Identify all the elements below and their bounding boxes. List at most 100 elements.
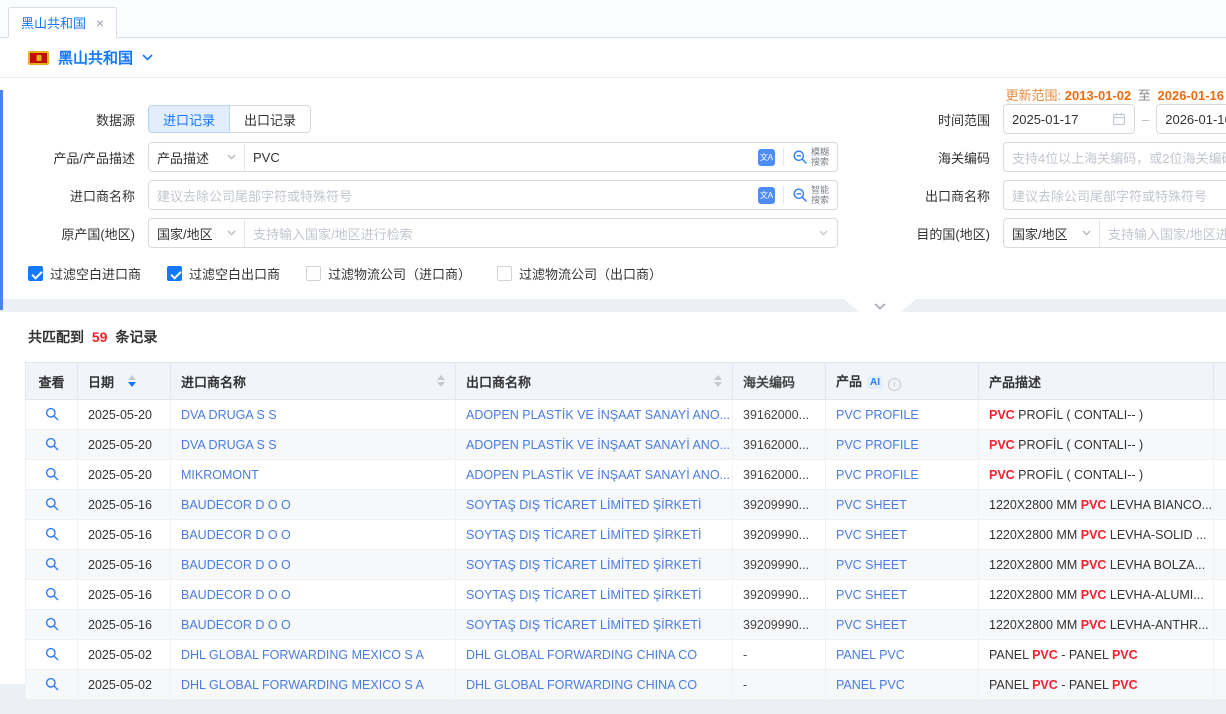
country-title: 黑山共和国 [58, 47, 133, 68]
filter-logistics-importer-checkbox[interactable]: 过滤物流公司（进口商） [306, 264, 471, 283]
view-record-button[interactable] [43, 525, 61, 543]
product-link[interactable]: PVC SHEET [836, 618, 907, 632]
row-extra [1214, 640, 1226, 670]
export-records-tab[interactable]: 出口记录 [230, 105, 311, 133]
row-hs-code: - [733, 640, 826, 670]
column-header-date[interactable]: 日期 [78, 363, 171, 400]
table-row: 2025-05-16 BAUDECOR D O O SOYTAŞ DIŞ TİC… [26, 610, 1226, 640]
translate-icon[interactable]: 文A [758, 149, 775, 166]
table-header-row: 查看 日期 进口商名称 出口商名称 [26, 363, 1226, 400]
importer-link[interactable]: DHL GLOBAL FORWARDING MEXICO S A [181, 648, 424, 662]
exporter-link[interactable]: ADOPEN PLASTİK VE İNŞAAT SANAYİ ANO... [466, 438, 730, 452]
exporter-link[interactable]: DHL GLOBAL FORWARDING CHINA CO [466, 678, 697, 692]
importer-link[interactable]: BAUDECOR D O O [181, 498, 291, 512]
exporter-link[interactable]: ADOPEN PLASTİK VE İNŞAAT SANAYİ ANO... [466, 408, 730, 422]
sort-icon[interactable] [714, 375, 722, 387]
importer-link[interactable]: BAUDECOR D O O [181, 618, 291, 632]
product-link[interactable]: PVC PROFILE [836, 468, 919, 482]
results-panel: 共匹配到 59 条记录 查看 日期 进口商名称 [0, 312, 1226, 684]
close-icon[interactable]: × [96, 16, 104, 30]
row-extra [1214, 670, 1226, 700]
row-date: 2025-05-20 [78, 400, 171, 430]
importer-link[interactable]: BAUDECOR D O O [181, 528, 291, 542]
product-link[interactable]: PVC SHEET [836, 528, 907, 542]
smart-search-button[interactable]: 智能 搜索 [784, 181, 837, 209]
row-extra [1214, 610, 1226, 640]
view-record-button[interactable] [43, 675, 61, 693]
view-record-button[interactable] [43, 465, 61, 483]
row-extra [1214, 520, 1226, 550]
column-header-importer[interactable]: 进口商名称 [171, 363, 456, 400]
importer-name-input[interactable]: 建议去除公司尾部字符或特殊符号 [149, 186, 758, 205]
search-icon [792, 187, 808, 203]
view-record-button[interactable] [43, 555, 61, 573]
destination-country-select[interactable]: 国家/地区 [1004, 219, 1100, 247]
exporter-link[interactable]: DHL GLOBAL FORWARDING CHINA CO [466, 648, 697, 662]
importer-search-control: 建议去除公司尾部字符或特殊符号 文A 智能 搜索 [148, 180, 838, 210]
exporter-link[interactable]: SOYTAŞ DIŞ TİCARET LİMİTED ŞİRKETİ [466, 618, 701, 632]
column-header-extra [1214, 363, 1226, 400]
importer-link[interactable]: MIKROMONT [181, 468, 259, 482]
exporter-link[interactable]: SOYTAŞ DIŞ TİCARET LİMİTED ŞİRKETİ [466, 498, 701, 512]
destination-country-input[interactable]: 支持输入国家/地区进行检索 [1100, 224, 1226, 243]
sort-icon[interactable] [128, 375, 136, 387]
time-range-label: 时间范围 [838, 110, 990, 129]
origin-country-input[interactable]: 支持输入国家/地区进行检索 [245, 224, 819, 243]
data-source-toggle: 进口记录 出口记录 [148, 105, 311, 133]
row-extra [1214, 430, 1226, 460]
row-hs-code: - [733, 670, 826, 700]
info-icon[interactable]: i [888, 378, 901, 391]
tab-montenegro[interactable]: 黑山共和国 × [8, 7, 117, 38]
column-header-exporter[interactable]: 出口商名称 [456, 363, 733, 400]
importer-link[interactable]: BAUDECOR D O O [181, 558, 291, 572]
import-records-tab[interactable]: 进口记录 [148, 105, 230, 133]
row-description: 1220X2800 MM PVC LEVHA-ALUMI... [979, 580, 1214, 610]
row-hs-code: 39209990... [733, 520, 826, 550]
row-description: 1220X2800 MM PVC LEVHA-SOLID ... [979, 520, 1214, 550]
fuzzy-search-button[interactable]: 模糊 搜索 [784, 143, 837, 171]
row-date: 2025-05-20 [78, 460, 171, 490]
tab-bar: 黑山共和国 × [0, 0, 1226, 38]
product-link[interactable]: PVC SHEET [836, 498, 907, 512]
translate-icon[interactable]: 文A [758, 187, 775, 204]
date-to-input[interactable]: 2026-01-16 [1156, 104, 1226, 134]
filter-blank-exporter-checkbox[interactable]: 过滤空白出口商 [167, 264, 280, 283]
exporter-link[interactable]: ADOPEN PLASTİK VE İNŞAAT SANAYİ ANO... [466, 468, 730, 482]
exporter-link[interactable]: SOYTAŞ DIŞ TİCARET LİMİTED ŞİRKETİ [466, 528, 701, 542]
update-range-to: 2026-01-16 [1158, 88, 1225, 103]
product-type-select[interactable]: 产品描述 [149, 143, 245, 171]
sort-icon[interactable] [437, 375, 445, 387]
view-record-button[interactable] [43, 435, 61, 453]
hs-code-input[interactable]: 支持4位以上海关编码，或2位海关编码加上 [1003, 142, 1226, 172]
filter-logistics-exporter-checkbox[interactable]: 过滤物流公司（出口商） [497, 264, 662, 283]
product-link[interactable]: PVC PROFILE [836, 408, 919, 422]
exporter-link[interactable]: SOYTAŞ DIŞ TİCARET LİMİTED ŞİRKETİ [466, 558, 701, 572]
summary-suffix: 条记录 [115, 329, 157, 345]
origin-country-select[interactable]: 国家/地区 [149, 219, 245, 247]
product-link[interactable]: PANEL PVC [836, 678, 905, 692]
row-hs-code: 39209990... [733, 610, 826, 640]
importer-link[interactable]: DVA DRUGA S S [181, 438, 277, 452]
record-count: 59 [92, 329, 108, 345]
importer-link[interactable]: DHL GLOBAL FORWARDING MEXICO S A [181, 678, 424, 692]
view-record-button[interactable] [43, 405, 61, 423]
exporter-link[interactable]: SOYTAŞ DIŞ TİCARET LİMİTED ŞİRKETİ [466, 588, 701, 602]
view-record-button[interactable] [43, 645, 61, 663]
product-search-input[interactable]: PVC [245, 150, 758, 165]
product-link[interactable]: PVC SHEET [836, 558, 907, 572]
product-link[interactable]: PVC SHEET [836, 588, 907, 602]
importer-link[interactable]: DVA DRUGA S S [181, 408, 277, 422]
chevron-down-icon[interactable] [142, 54, 153, 61]
fuzzy-search-label: 模糊 搜索 [811, 147, 829, 167]
view-record-button[interactable] [43, 615, 61, 633]
date-from-input[interactable]: 2025-01-17 [1003, 104, 1135, 134]
view-record-button[interactable] [43, 495, 61, 513]
product-link[interactable]: PVC PROFILE [836, 438, 919, 452]
magnifier-icon [45, 587, 59, 601]
importer-link[interactable]: BAUDECOR D O O [181, 588, 291, 602]
exporter-name-input[interactable]: 建议去除公司尾部字符或特殊符号 [1003, 180, 1226, 210]
product-link[interactable]: PANEL PVC [836, 648, 905, 662]
view-record-button[interactable] [43, 585, 61, 603]
filter-blank-importer-checkbox[interactable]: 过滤空白进口商 [28, 264, 141, 283]
magnifier-icon [45, 647, 59, 661]
